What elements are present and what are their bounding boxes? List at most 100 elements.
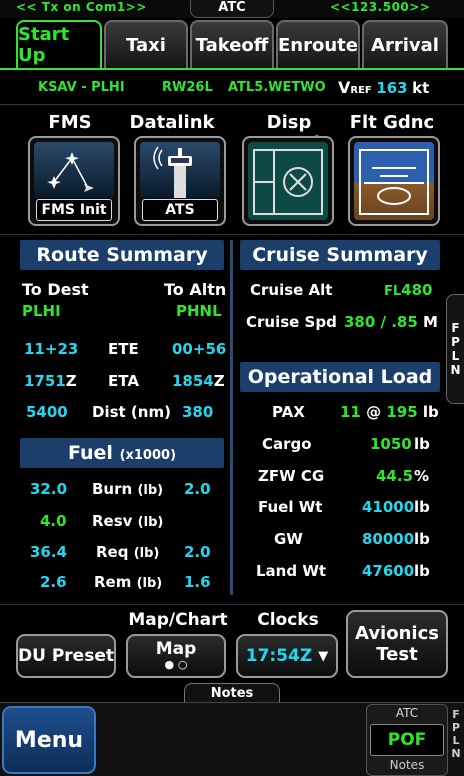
fuel-unit: (x1000) <box>119 448 177 463</box>
dist-label: Dist (nm) <box>92 403 171 421</box>
to-dest-value[interactable]: PLHI <box>22 302 61 320</box>
cruise-alt-number: 480 <box>401 281 433 299</box>
fuel-req-label: Req (lb) <box>96 543 159 561</box>
com-frequency: <<123.500>> <box>330 0 431 14</box>
ats-button[interactable]: ATS <box>134 136 226 226</box>
fpln-letter: L <box>451 349 460 363</box>
tab-arrival[interactable]: Arrival <box>362 20 448 68</box>
fms-icon <box>34 142 114 198</box>
flight-plan-line: KSAV - PLHI RW26L ATL5.WETWO VREF 163 kt <box>0 72 464 106</box>
rem-unit: (lb) <box>136 576 163 591</box>
eta-altn: 1854Z <box>172 372 225 390</box>
burn-label-text: Burn <box>92 480 133 498</box>
cruise-spd-value[interactable]: 380 / .85 M <box>344 313 438 331</box>
cruise-spd-number: 380 / .85 <box>344 313 418 331</box>
atc-mini-value[interactable]: POF <box>370 724 444 756</box>
cruise-spd-label: Cruise Spd <box>246 313 337 331</box>
resv-unit: (lb) <box>137 515 164 530</box>
cruise-alt-prefix: FL <box>384 284 402 299</box>
tab-underline <box>0 68 464 70</box>
clocks-caption: Clocks <box>257 610 319 630</box>
map-button-label: Map <box>155 639 197 659</box>
divider <box>0 604 464 605</box>
fpln-letter: L <box>452 734 460 747</box>
fuel-rem-total: 2.6 <box>40 573 67 591</box>
fpln-letter: F <box>451 321 460 335</box>
tab-enroute[interactable]: Enroute <box>276 20 360 68</box>
to-altn-label: To Altn <box>164 280 227 299</box>
vref-value: 163 <box>376 79 408 97</box>
dist-dest: 5400 <box>26 403 68 421</box>
ete-altn: 00+56 <box>172 340 227 358</box>
gw-value: 80000 <box>362 530 415 548</box>
rem-label-text: Rem <box>94 573 132 591</box>
atc-mini-title: ATC <box>395 706 419 720</box>
vref-subscript: REF <box>350 85 372 96</box>
pax-unit: lb <box>422 403 439 421</box>
zfw-cg-value[interactable]: 44.5 <box>376 467 413 485</box>
burn-unit: (lb) <box>137 483 164 498</box>
cargo-value[interactable]: 1050 <box>370 435 412 453</box>
eta-label: ETA <box>108 372 139 390</box>
menu-button[interactable]: Menu <box>2 706 96 774</box>
fuel-resv-total[interactable]: 4.0 <box>40 512 67 530</box>
fpln-letter: F <box>452 708 460 721</box>
pax-label: PAX <box>272 403 305 421</box>
fpln-letter: N <box>450 363 461 377</box>
atc-title-tab[interactable]: ATC <box>190 0 274 18</box>
departure-procedure[interactable]: ATL5.WETWO <box>228 80 326 95</box>
clock-value: 17:54Z <box>245 646 313 666</box>
fpln-side-tab-bottom[interactable]: F P L N <box>448 708 464 760</box>
eta-dest: 1751Z <box>24 372 77 390</box>
fuel-wt-label: Fuel Wt <box>258 498 323 516</box>
notes-tab[interactable]: Notes <box>184 683 280 703</box>
cruise-spd-unit: M <box>423 313 438 331</box>
vref-speed[interactable]: VREF 163 kt <box>338 78 429 97</box>
vref-label: V <box>338 78 351 97</box>
pax-count: 11 <box>340 403 361 421</box>
flight-guidance-icon <box>354 142 434 220</box>
fuel-wt-unit: lb <box>414 498 430 516</box>
dist-altn: 380 <box>182 403 214 421</box>
disp-contrl-button[interactable] <box>242 136 334 226</box>
eta-altn-suffix: Z <box>213 372 225 390</box>
fuel-burn-altn: 2.0 <box>184 480 211 498</box>
cruise-alt-value[interactable]: FL480 <box>384 281 432 299</box>
gw-label: GW <box>274 530 303 548</box>
avionics-test-button[interactable]: Avionics Test <box>346 610 448 678</box>
cargo-label: Cargo <box>262 435 312 453</box>
fpln-side-tab[interactable]: F P L N <box>446 294 464 404</box>
tab-taxi[interactable]: Taxi <box>104 20 188 68</box>
tx-com-status: << Tx on Com1>> <box>16 0 147 14</box>
clock-select[interactable]: 17:54Z ▼ <box>236 634 338 678</box>
fpln-letter: P <box>451 721 461 734</box>
to-altn-value[interactable]: PHNL <box>176 302 222 320</box>
tab-start-up[interactable]: Start Up <box>16 20 102 68</box>
atc-mini-notes: Notes <box>389 758 425 772</box>
zfw-cg-unit: % <box>414 467 430 485</box>
fms-init-button[interactable]: FMS Init <box>28 136 120 226</box>
avionics-test-line2: Test <box>376 644 418 665</box>
ats-caption: ATS <box>142 199 218 221</box>
ete-label: ETE <box>108 340 139 358</box>
fuel-req-altn: 2.0 <box>184 543 211 561</box>
du-preset-button[interactable]: DU Preset <box>16 634 116 678</box>
eta-altn-value: 1854 <box>172 372 214 390</box>
vref-unit: kt <box>412 79 430 97</box>
pax-value[interactable]: 11 @ 195 lb <box>340 403 439 421</box>
fuel-rem-altn: 1.6 <box>184 573 211 591</box>
flt-gdnc-button[interactable] <box>348 136 440 226</box>
fuel-resv-label: Resv (lb) <box>92 512 163 530</box>
eta-dest-suffix: Z <box>65 372 77 390</box>
fpln-letter: P <box>451 335 460 349</box>
resv-label-text: Resv <box>92 512 133 530</box>
map-button[interactable]: Map ● ○ <box>126 634 226 678</box>
chevron-down-icon: ▼ <box>318 648 329 664</box>
map-chart-caption: Map/Chart <box>128 610 228 630</box>
tab-takeoff[interactable]: Takeoff <box>190 20 274 68</box>
departure-runway[interactable]: RW26L <box>162 80 213 95</box>
fuel-wt-value: 41000 <box>362 498 415 516</box>
eta-dest-value: 1751 <box>24 372 66 390</box>
route-pair[interactable]: KSAV - PLHI <box>38 80 125 95</box>
panel-divider <box>230 240 233 595</box>
